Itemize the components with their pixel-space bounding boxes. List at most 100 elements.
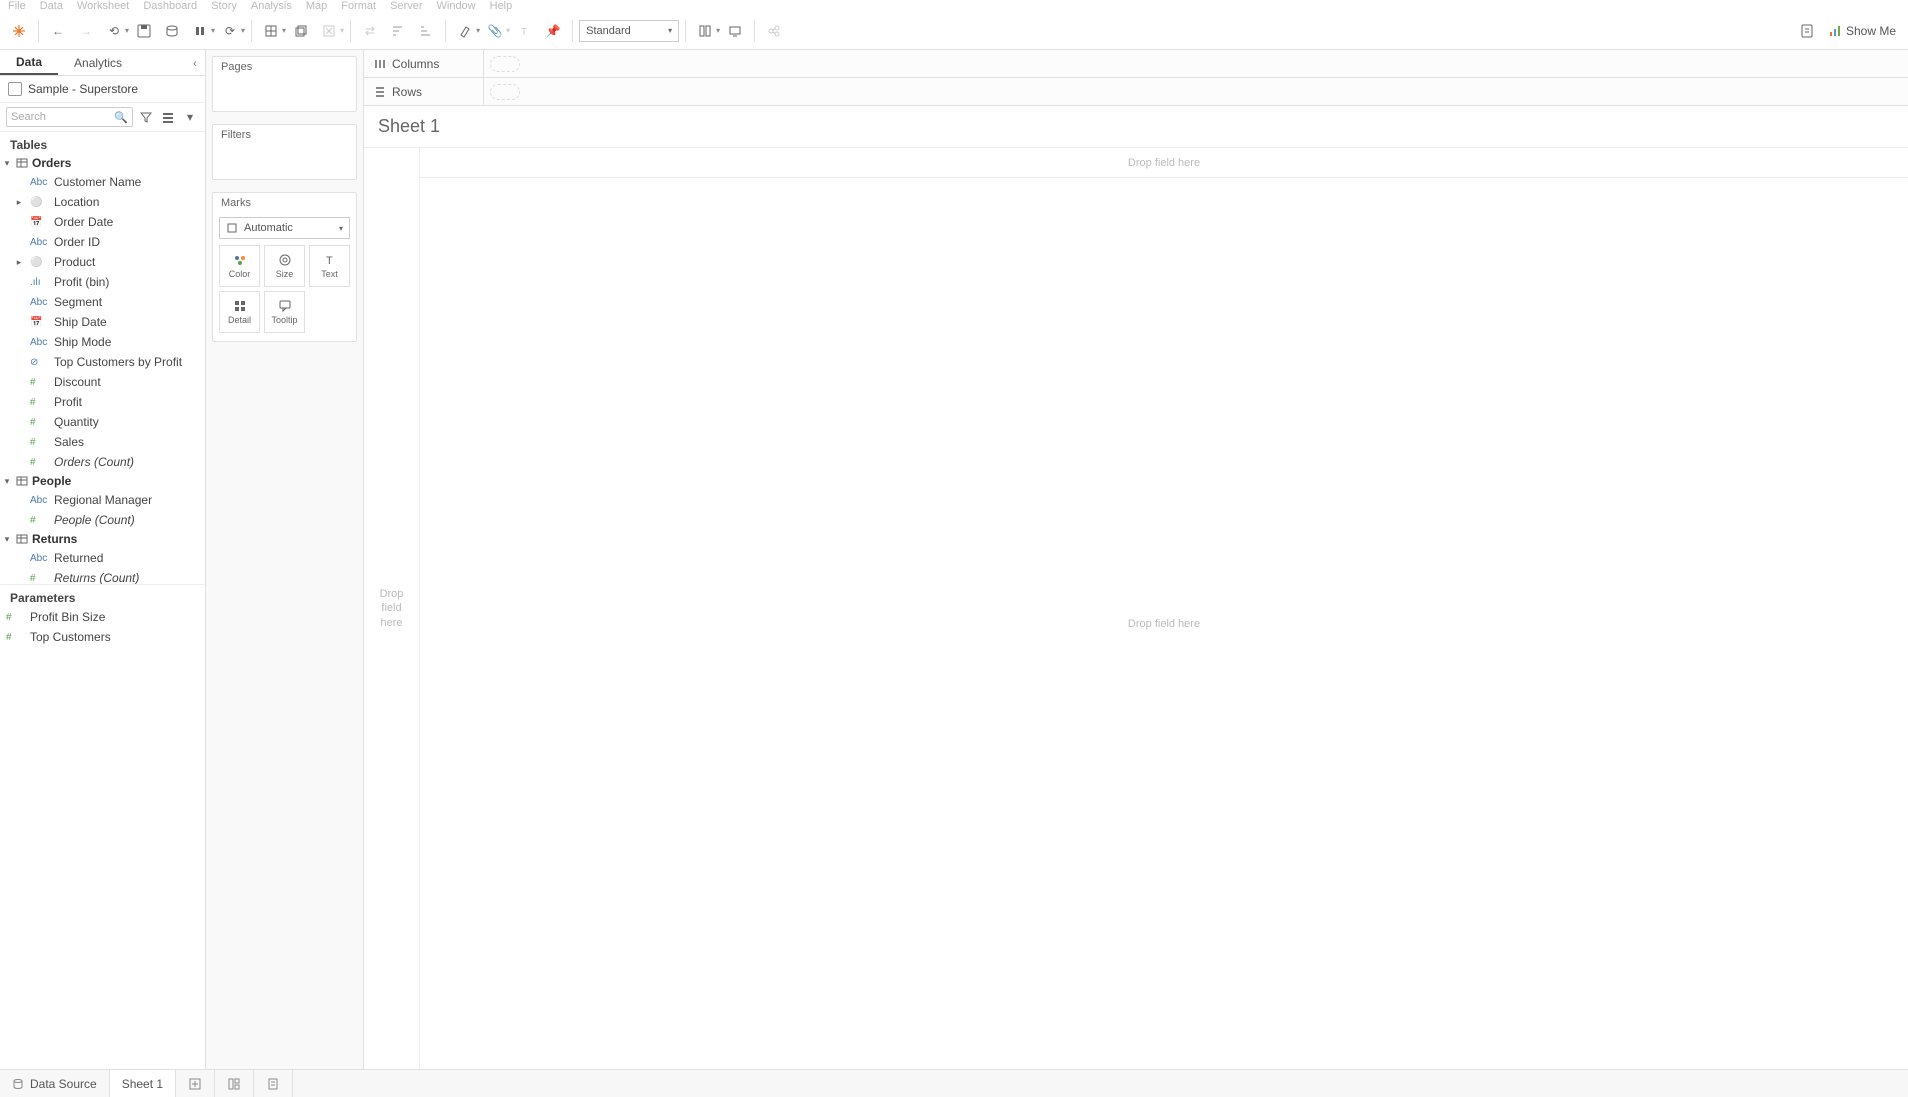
revert-dropdown-icon[interactable]: ▾: [125, 26, 129, 35]
mark-type-select[interactable]: Automatic ▾: [219, 217, 350, 239]
sort-asc-icon[interactable]: [385, 18, 411, 44]
new-ws-dropdown-icon[interactable]: ▾: [282, 26, 286, 35]
new-story-tab[interactable]: [254, 1070, 293, 1097]
expand-icon[interactable]: ▸: [14, 197, 24, 208]
menu-file[interactable]: File: [8, 0, 26, 12]
filters-shelf[interactable]: Filters: [212, 124, 357, 180]
search-input[interactable]: Search 🔍: [6, 107, 133, 127]
field-ship-date[interactable]: ▸📅Ship Date: [0, 312, 205, 332]
field-customer-name[interactable]: ▸AbcCustomer Name: [0, 172, 205, 192]
field-profit[interactable]: ▸#Profit: [0, 392, 205, 412]
presentation-mode-icon[interactable]: [722, 18, 748, 44]
mark-tooltip-button[interactable]: Tooltip: [264, 291, 305, 333]
sort-desc-icon[interactable]: [413, 18, 439, 44]
field-returns-count[interactable]: ▸#Returns (Count): [0, 568, 205, 584]
rows-drop-zone[interactable]: [484, 78, 1908, 105]
field-regional-manager[interactable]: ▸AbcRegional Manager: [0, 490, 205, 510]
tableau-logo-icon[interactable]: [6, 18, 32, 44]
new-worksheet-icon[interactable]: [258, 18, 284, 44]
redo-icon[interactable]: →: [73, 18, 99, 44]
columns-shelf[interactable]: Columns: [364, 50, 1908, 78]
menu-worksheet[interactable]: Worksheet: [77, 0, 129, 12]
drop-zone-left[interactable]: Drop field here: [364, 148, 420, 1069]
highlight-icon[interactable]: [452, 18, 478, 44]
data-guide-icon[interactable]: [1794, 18, 1820, 44]
tab-data[interactable]: Data: [0, 50, 58, 75]
save-icon[interactable]: [131, 18, 157, 44]
field-people-count[interactable]: ▸#People (Count): [0, 510, 205, 530]
pause-auto-updates-icon[interactable]: [187, 18, 213, 44]
rows-shelf[interactable]: Rows: [364, 78, 1908, 106]
undo-icon[interactable]: ←: [45, 18, 71, 44]
table-returns[interactable]: ▾ Returns: [0, 530, 205, 548]
pin-icon[interactable]: 📌: [540, 18, 566, 44]
mark-color-button[interactable]: Color: [219, 245, 260, 287]
revert-icon[interactable]: ⟲: [101, 18, 127, 44]
menu-help[interactable]: Help: [490, 0, 513, 12]
fit-mode-select[interactable]: Standard ▾: [579, 20, 679, 42]
swap-icon[interactable]: ⇄: [357, 18, 383, 44]
highlight-dropdown-icon[interactable]: ▾: [476, 26, 480, 35]
collapse-pane-icon[interactable]: ‹: [185, 50, 205, 75]
field-ship-mode[interactable]: ▸AbcShip Mode: [0, 332, 205, 352]
field-returned[interactable]: ▸AbcReturned: [0, 548, 205, 568]
field-product[interactable]: ▸⚪Product: [0, 252, 205, 272]
field-discount[interactable]: ▸#Discount: [0, 372, 205, 392]
menu-format[interactable]: Format: [341, 0, 376, 12]
group-icon[interactable]: 📎: [482, 18, 508, 44]
menu-window[interactable]: Window: [437, 0, 476, 12]
tab-analytics[interactable]: Analytics: [58, 50, 138, 75]
menu-data[interactable]: Data: [40, 0, 63, 12]
mark-detail-button[interactable]: Detail: [219, 291, 260, 333]
clear-dropdown-icon[interactable]: ▾: [340, 26, 344, 35]
group-dropdown-icon[interactable]: ▾: [506, 26, 510, 35]
menu-story[interactable]: Story: [211, 0, 237, 12]
field-sales[interactable]: ▸#Sales: [0, 432, 205, 452]
clear-icon[interactable]: [316, 18, 342, 44]
pause-dropdown-icon[interactable]: ▾: [211, 26, 215, 35]
table-orders[interactable]: ▾ Orders: [0, 154, 205, 172]
field-segment[interactable]: ▸AbcSegment: [0, 292, 205, 312]
tab-sheet-1[interactable]: Sheet 1: [110, 1070, 176, 1097]
new-dashboard-tab[interactable]: [215, 1070, 254, 1097]
field-order-id[interactable]: ▸AbcOrder ID: [0, 232, 205, 252]
refresh-icon[interactable]: ⟳: [217, 18, 243, 44]
show-mark-labels-icon[interactable]: T: [512, 18, 538, 44]
table-people[interactable]: ▾ People: [0, 472, 205, 490]
mark-text-button[interactable]: TText: [309, 245, 350, 287]
pages-shelf[interactable]: Pages: [212, 56, 357, 112]
field-orders-count[interactable]: ▸#Orders (Count): [0, 452, 205, 472]
show-me-button[interactable]: Show Me: [1822, 24, 1902, 38]
view-fields-icon[interactable]: [159, 108, 177, 126]
columns-drop-zone[interactable]: [484, 50, 1908, 77]
share-icon[interactable]: [761, 18, 787, 44]
duplicate-icon[interactable]: [288, 18, 314, 44]
menu-dashboard[interactable]: Dashboard: [143, 0, 197, 12]
field-top-customers[interactable]: ▸⊘Top Customers by Profit: [0, 352, 205, 372]
param-profit-bin-size[interactable]: #Profit Bin Size: [0, 607, 205, 627]
menu-server[interactable]: Server: [390, 0, 422, 12]
new-worksheet-tab[interactable]: [176, 1070, 215, 1097]
show-hide-cards-icon[interactable]: [692, 18, 718, 44]
new-data-source-icon[interactable]: [159, 18, 185, 44]
menu-map[interactable]: Map: [306, 0, 327, 12]
refresh-dropdown-icon[interactable]: ▾: [241, 26, 245, 35]
field-profit-bin[interactable]: ▸.ılıProfit (bin): [0, 272, 205, 292]
fields-menu-icon[interactable]: ▾: [181, 108, 199, 126]
param-top-customers[interactable]: #Top Customers: [0, 627, 205, 647]
menu-analysis[interactable]: Analysis: [251, 0, 292, 12]
viz-canvas[interactable]: Drop field here Drop field here Drop fie…: [364, 147, 1908, 1069]
cards-dropdown-icon[interactable]: ▾: [716, 26, 720, 35]
sheet-title[interactable]: Sheet 1: [364, 106, 1908, 147]
field-location[interactable]: ▸⚪Location: [0, 192, 205, 212]
bin-icon: .ılı: [30, 277, 48, 288]
filter-fields-icon[interactable]: [137, 108, 155, 126]
field-quantity[interactable]: ▸#Quantity: [0, 412, 205, 432]
datasource-row[interactable]: Sample - Superstore: [0, 76, 205, 102]
drop-zone-main[interactable]: Drop field here: [420, 178, 1908, 1069]
drop-zone-top[interactable]: Drop field here: [420, 148, 1908, 178]
expand-icon[interactable]: ▸: [14, 257, 24, 268]
tab-data-source[interactable]: Data Source: [0, 1070, 110, 1097]
field-order-date[interactable]: ▸📅Order Date: [0, 212, 205, 232]
mark-size-button[interactable]: Size: [264, 245, 305, 287]
